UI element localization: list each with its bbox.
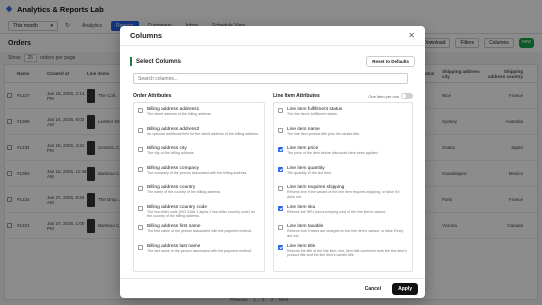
column-option-description: The quantity of the line item. — [287, 170, 333, 175]
section-header: Select Columns Reset to Defaults — [130, 56, 415, 67]
column-option-text: Line item quantity The quantity of the li… — [287, 166, 332, 182]
column-option[interactable]: Line item requires shipping Returns true … — [274, 183, 412, 203]
column-option-text: Line item sku Returns the SKU (stock keep… — [287, 205, 386, 221]
column-option-description: The name of the country of the billing a… — [147, 190, 221, 194]
reset-defaults-button[interactable]: Reset to Defaults — [366, 56, 415, 67]
column-option-description: The first name of the person associated … — [147, 229, 253, 233]
column-option[interactable]: Billing address country code The two-lett… — [134, 203, 264, 223]
column-option-text: Billing address first name The first name… — [147, 224, 252, 240]
column-option-description: The city of the billing address. — [147, 151, 195, 155]
column-option-text: Billing address last name The last name o… — [147, 244, 252, 260]
column-checkbox[interactable] — [278, 147, 283, 152]
cancel-button[interactable]: Cancel — [358, 282, 388, 295]
column-option-description: The price of the item before discounts h… — [287, 151, 379, 155]
column-checkbox[interactable] — [138, 244, 143, 250]
column-option[interactable]: Line item price The price of the item bef… — [274, 144, 412, 164]
column-option-text: Line item price The price of the item bef… — [287, 146, 379, 162]
column-option[interactable]: Billing address company The company of th… — [134, 164, 264, 184]
order-attributes-panel: Order Attributes Billing address address… — [133, 90, 265, 274]
order-attributes-title: Order Attributes — [133, 93, 172, 99]
column-option-description: The two-letter code (ISO 3166-1 alpha-2 … — [147, 209, 256, 219]
column-checkbox[interactable] — [138, 225, 143, 230]
close-icon[interactable]: ✕ — [408, 31, 415, 40]
column-option-description: An optional additional field for the str… — [147, 131, 259, 136]
column-option-text: Billing address address1 The street addre… — [147, 107, 212, 123]
column-option-description: The last name of the person associated w… — [147, 248, 253, 253]
column-option-text: Billing address country code The two-lett… — [147, 205, 260, 221]
one-item-per-row-toggle[interactable] — [401, 93, 413, 99]
column-option-text: Line item requires shipping Returns true … — [287, 185, 408, 201]
column-checkbox[interactable] — [138, 166, 143, 172]
toggle-label: One item per row — [368, 93, 399, 99]
column-option-text: Line item taxable Returns true if taxes a… — [287, 224, 408, 240]
column-checkbox[interactable] — [278, 127, 283, 133]
line-item-attributes-header: Line Item Attributes One item per row — [273, 90, 413, 102]
column-option[interactable]: Line item fulfillment status The line ite… — [274, 105, 412, 125]
column-option[interactable]: Billing address address2 An optional addi… — [134, 125, 264, 145]
columns-modal: Columns ✕ Select Columns Reset to Defaul… — [120, 26, 425, 298]
column-option-description: The company of the person associated wit… — [147, 170, 248, 175]
column-checkbox[interactable] — [278, 205, 283, 211]
column-option-text: Line item name The line item product titl… — [287, 127, 360, 143]
section-title: Select Columns — [136, 58, 182, 65]
column-option-description: Returns true if the variant of the line … — [287, 190, 400, 199]
line-item-attributes-panel: Line Item Attributes One item per row Li… — [273, 90, 413, 274]
column-checkbox[interactable] — [138, 127, 143, 133]
column-option[interactable]: Line item sku Returns the SKU (stock keep… — [274, 203, 412, 223]
column-option[interactable]: Line item quantity The quantity of the li… — [274, 164, 412, 184]
column-option[interactable]: Billing address last name The last name o… — [134, 242, 264, 262]
column-checkbox[interactable] — [278, 244, 283, 250]
column-option-text: Billing address address2 An optional addi… — [147, 127, 259, 143]
column-checkbox[interactable] — [138, 205, 143, 211]
column-checkbox[interactable] — [278, 166, 283, 172]
column-checkbox[interactable] — [278, 186, 283, 191]
modal-header: Columns ✕ — [120, 26, 425, 46]
column-checkbox[interactable] — [278, 108, 283, 113]
column-option[interactable]: Line item taxable Returns true if taxes a… — [274, 222, 412, 242]
line-item-attributes-title: Line Item Attributes — [273, 93, 320, 99]
column-option-text: Billing address company The company of th… — [147, 166, 247, 182]
column-option-description: The street address of the billing addres… — [147, 112, 212, 116]
column-option-description: The line item product title plus the var… — [287, 131, 361, 136]
apply-button[interactable]: Apply — [392, 282, 418, 295]
column-option-text: Line item fulfillment status The line ite… — [287, 107, 342, 123]
column-checkbox[interactable] — [138, 108, 143, 113]
column-option-text: Billing address country The name of the c… — [147, 185, 221, 201]
line-item-attributes-list[interactable]: Line item fulfillment status The line ite… — [273, 102, 413, 272]
column-option[interactable]: Line item title Returns the title of the … — [274, 242, 412, 262]
column-option[interactable]: Billing address city The city of the bill… — [134, 144, 264, 164]
modal-footer: Cancel Apply — [120, 278, 425, 298]
column-checkbox[interactable] — [278, 225, 283, 230]
search-columns-input[interactable] — [133, 73, 408, 84]
column-option[interactable]: Billing address address1 The street addre… — [134, 105, 264, 125]
column-option[interactable]: Billing address country The name of the c… — [134, 183, 264, 203]
modal-title: Columns — [130, 31, 163, 40]
column-checkbox[interactable] — [138, 186, 143, 191]
column-option-description: Returns true if taxes are charged on the… — [287, 229, 404, 238]
column-option-text: Line item title Returns the title of the … — [287, 244, 408, 260]
order-attributes-list[interactable]: Billing address address1 The street addre… — [133, 102, 265, 272]
column-option[interactable]: Billing address first name The first name… — [134, 222, 264, 242]
column-option-description: The line item's fulfillment status. — [287, 112, 338, 116]
column-option-description: Returns the SKU (stock keeping unit) of … — [287, 209, 386, 214]
column-option-description: Returns the title of the line item. line… — [287, 248, 407, 258]
column-option[interactable]: Line item name The line item product titl… — [274, 125, 412, 145]
section-accent — [130, 57, 132, 66]
column-checkbox[interactable] — [138, 147, 143, 152]
column-option-text: Billing address city The city of the bill… — [147, 146, 195, 162]
one-item-per-row-control: One item per row — [368, 93, 413, 99]
